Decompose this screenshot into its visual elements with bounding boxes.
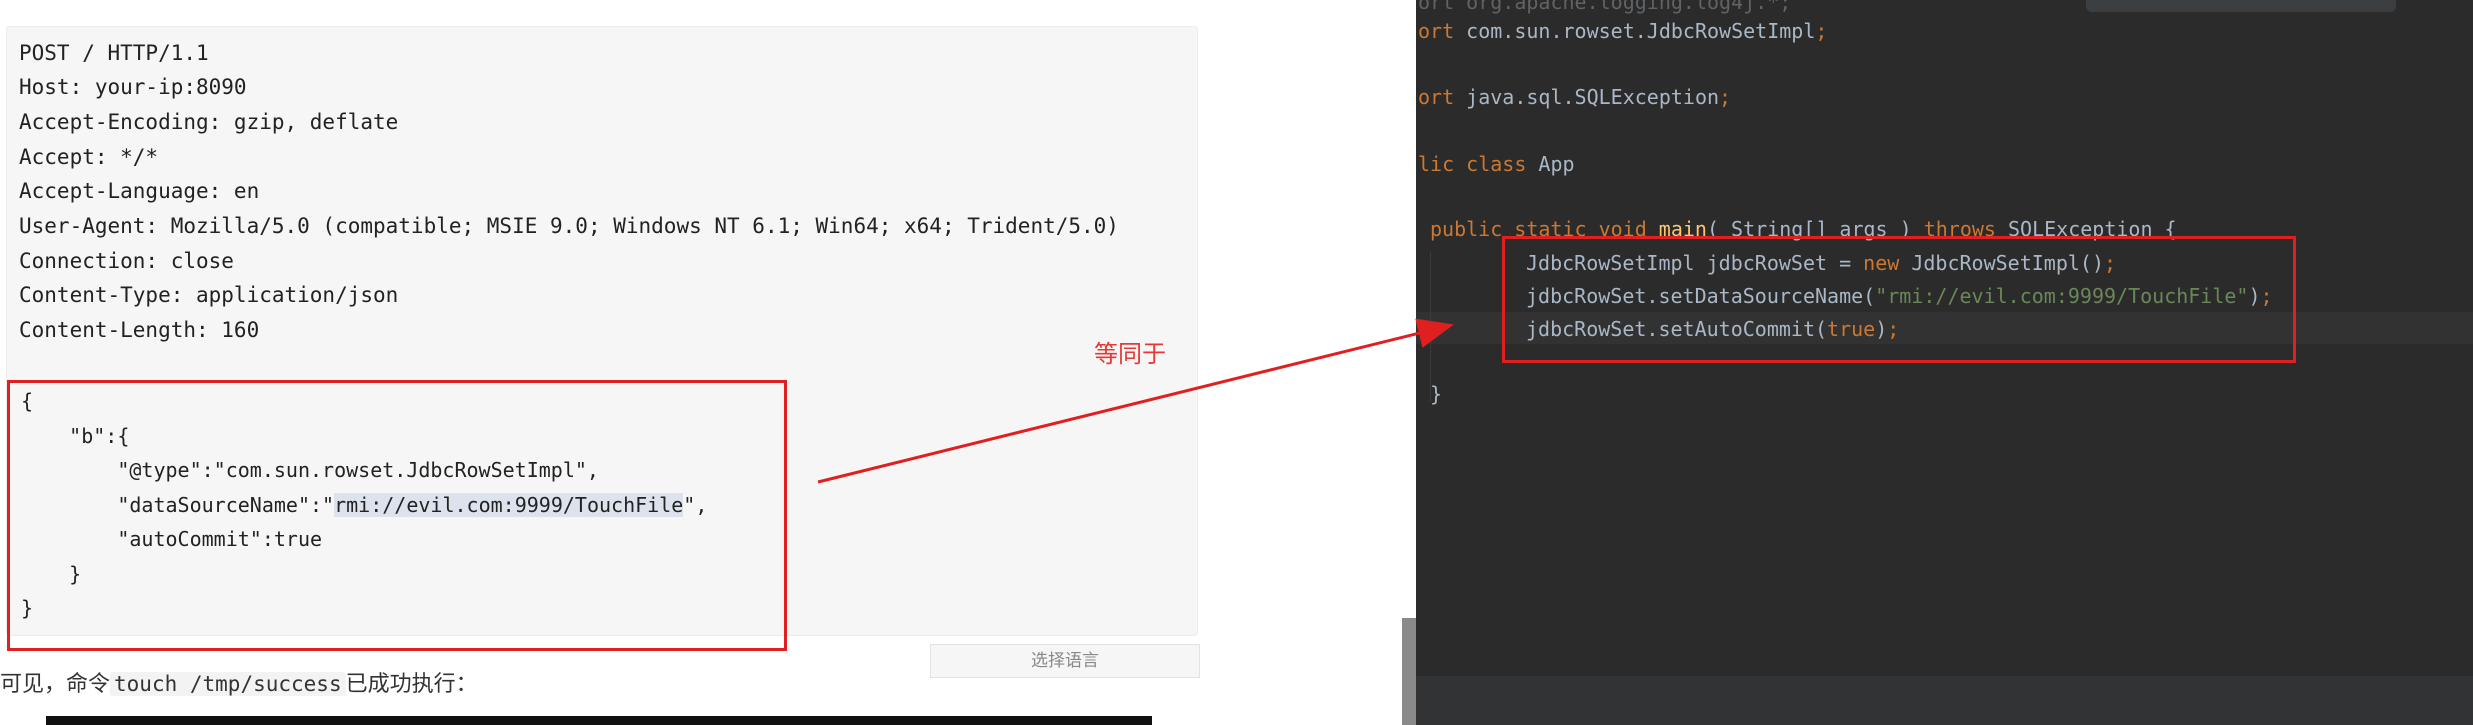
- annotation-arrow: [817, 318, 1454, 484]
